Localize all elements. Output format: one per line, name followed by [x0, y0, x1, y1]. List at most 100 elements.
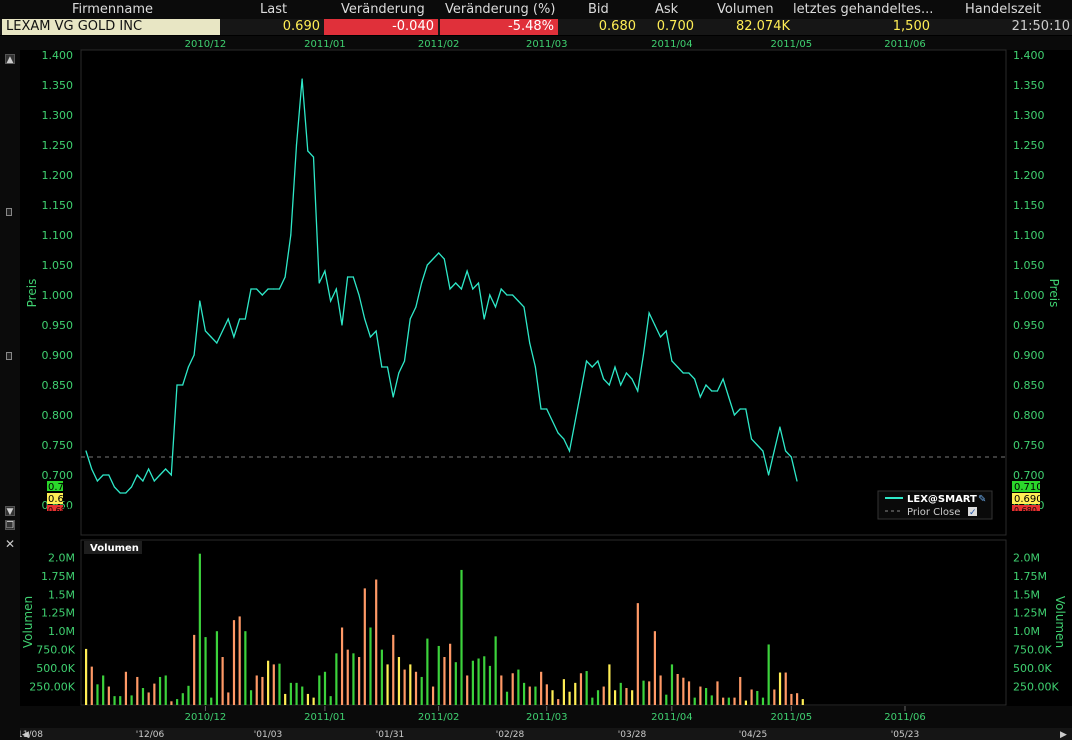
volume-bar — [267, 660, 270, 705]
price-point — [551, 420, 554, 422]
price-point — [244, 318, 246, 320]
volume-tick-label-left: 750.0K — [36, 644, 75, 657]
volume-bar — [579, 673, 583, 705]
legend-edit-icon[interactable]: ✎ — [978, 494, 986, 505]
price-tick-label-right: 0.800 — [1013, 409, 1045, 422]
price-axis-label-right: Preis — [1047, 279, 1061, 308]
volume-bar — [119, 696, 122, 705]
price-point — [335, 288, 337, 290]
price-point — [369, 336, 371, 338]
price-point — [165, 468, 167, 470]
volume-bar — [739, 676, 742, 705]
price-point — [415, 306, 417, 308]
volume-bar — [403, 669, 406, 705]
volume-tick-label-left: 1.75M — [41, 570, 75, 583]
volume-bar — [545, 684, 548, 705]
price-tick-label-left: 0.950 — [42, 319, 74, 332]
price-point — [420, 282, 423, 284]
price-point — [546, 408, 548, 410]
volume-bar — [369, 627, 372, 705]
price-tick-label-left: 1.200 — [42, 169, 74, 182]
price-point — [426, 264, 428, 266]
volume-bar — [375, 579, 378, 705]
price-point — [767, 474, 770, 476]
volume-bar — [619, 682, 622, 705]
price-tags-right: 0.710 0.690 0.680 — [1012, 481, 1043, 515]
col-change[interactable]: Veränderung — [341, 2, 425, 17]
volume-bar — [136, 676, 139, 705]
price-point — [125, 492, 127, 494]
volume-bar — [631, 690, 634, 705]
price-volume-chart[interactable]: 2010/12 2011/01 2011/02 2011/03 2011/04 2011/… — [20, 36, 1072, 740]
price-point — [608, 384, 610, 386]
volume-bar — [340, 627, 344, 705]
restore-panel-icon[interactable]: ❐ — [5, 520, 15, 531]
volume-bar — [488, 665, 492, 705]
volume-tick-label-right: 250.00K — [1013, 681, 1059, 694]
volume-bar — [329, 696, 332, 705]
chart-legend[interactable]: LEX@SMART ✎ Prior Close ✓ — [877, 490, 993, 520]
price-tick-label-left: 0.850 — [42, 379, 74, 392]
quote-row[interactable]: LEXAM VG GOLD INC 0.690 -0.040 -5.48% 0.… — [0, 19, 1072, 35]
price-axis-label-left: Preis — [25, 279, 39, 308]
price-point — [352, 276, 354, 278]
price-tick-label-right: 1.100 — [1013, 229, 1045, 242]
volume-bar — [659, 675, 662, 705]
volume-bar — [210, 697, 213, 705]
col-last-traded[interactable]: letztes gehandeltes... — [793, 2, 933, 17]
scroll-down-icon[interactable]: ▼ — [5, 506, 15, 517]
volume-bar — [335, 653, 338, 705]
price-point — [307, 150, 309, 152]
price-point — [460, 288, 463, 290]
volume-bar — [733, 697, 736, 705]
price-point — [756, 444, 758, 446]
price-point — [563, 438, 565, 440]
col-firmenname[interactable]: Firmenname — [72, 2, 153, 17]
panel-splitter-handle[interactable] — [6, 352, 12, 360]
price-point — [773, 450, 775, 452]
volume-bar — [113, 696, 116, 705]
volume-bar — [232, 620, 236, 705]
panel-splitter-handle[interactable] — [6, 208, 12, 216]
scroll-right-icon[interactable]: ▶ — [1060, 730, 1067, 740]
price-tick-label-right: 1.150 — [1013, 199, 1045, 212]
last-tag-left: 0.690 — [48, 494, 77, 505]
col-ask[interactable]: Ask — [655, 2, 678, 17]
price-point — [341, 324, 343, 326]
volume-bar — [704, 688, 708, 705]
volume-bar — [585, 671, 588, 705]
last-tag-right: 0.690 — [1014, 494, 1043, 505]
volume-bar — [443, 657, 446, 705]
price-point — [250, 288, 252, 290]
price-point — [233, 336, 235, 338]
price-tick-label-left: 1.300 — [42, 109, 74, 122]
bid-tag-left: 0.710 — [48, 482, 77, 493]
bottom-axis-month-label: 2011/03 — [526, 712, 568, 723]
price-point — [290, 234, 292, 236]
volume-tick-label-right: 500.0K — [1013, 662, 1052, 675]
price-point — [381, 366, 383, 368]
volume-bar — [215, 631, 219, 705]
scroll-left-icon[interactable]: ◀ — [22, 730, 29, 740]
price-point — [182, 384, 184, 386]
volume-bar — [551, 690, 554, 705]
col-volume[interactable]: Volumen — [717, 2, 774, 17]
volume-bar — [380, 649, 383, 705]
price-point — [523, 306, 525, 308]
volume-bar — [181, 693, 184, 705]
volume-bar — [363, 588, 366, 705]
scroll-up-icon[interactable]: ▲ — [5, 54, 15, 65]
col-bid[interactable]: Bid — [588, 2, 609, 17]
top-axis-month-label: 2011/03 — [526, 39, 568, 50]
volume-bar — [528, 686, 531, 705]
col-last[interactable]: Last — [260, 2, 287, 17]
price-point — [694, 378, 696, 380]
price-point — [716, 390, 718, 392]
col-change-pct[interactable]: Veränderung (%) — [445, 2, 555, 17]
scroll-date-label: '02/28 — [496, 730, 525, 740]
volume-bar — [522, 682, 526, 705]
close-panel-icon[interactable]: ✕ — [5, 538, 15, 550]
volume-bar — [466, 675, 469, 705]
price-tick-label-left: 0.700 — [42, 469, 74, 482]
col-time[interactable]: Handelszeit — [965, 2, 1041, 17]
